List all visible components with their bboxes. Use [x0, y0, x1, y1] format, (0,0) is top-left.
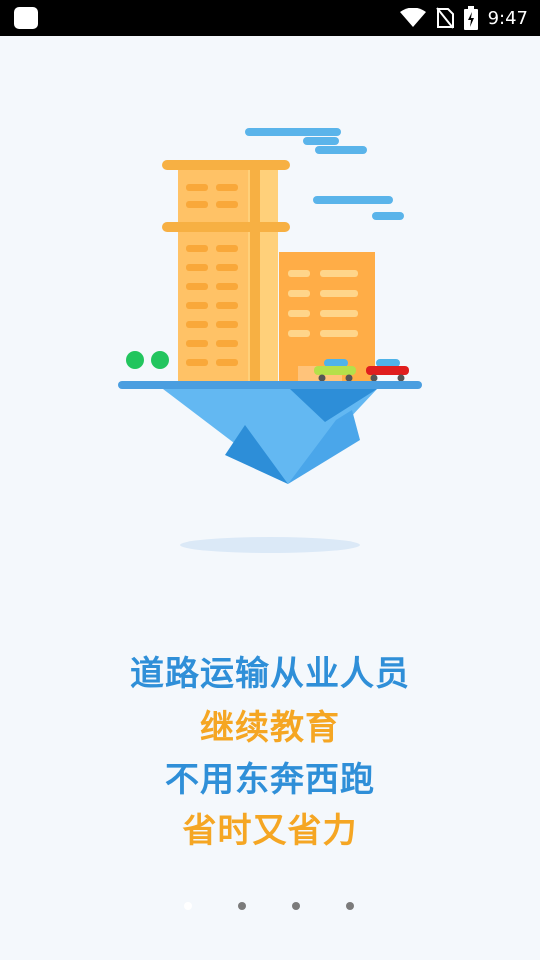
- slogan-line-4: 省时又省力: [182, 811, 358, 851]
- island-shadow: [180, 537, 360, 553]
- app-notification-icon: [14, 7, 38, 29]
- page-indicator: [0, 900, 540, 912]
- floating-rock: [163, 389, 377, 484]
- tree-icon: [126, 351, 169, 369]
- page-dot-3[interactable]: [292, 902, 300, 910]
- page-dot-1[interactable]: [184, 902, 192, 910]
- ground-plate: [118, 381, 422, 389]
- slogan-line-2: 继续教育: [200, 708, 340, 748]
- slogan-line-1: 道路运输从业人员: [130, 654, 410, 694]
- status-bar: 9:47: [0, 0, 540, 36]
- status-icons: 9:47: [399, 0, 528, 36]
- battery-charging-icon: [463, 6, 478, 30]
- no-sim-icon: [435, 7, 454, 29]
- page-dot-2[interactable]: [238, 902, 246, 910]
- page-dot-4[interactable]: [346, 902, 354, 910]
- slogan-line-3: 不用东奔西跑: [165, 760, 375, 800]
- status-clock: 9:47: [487, 7, 528, 29]
- wifi-icon: [399, 8, 426, 27]
- city-island-illustration: [118, 128, 422, 553]
- tall-building: [162, 160, 290, 382]
